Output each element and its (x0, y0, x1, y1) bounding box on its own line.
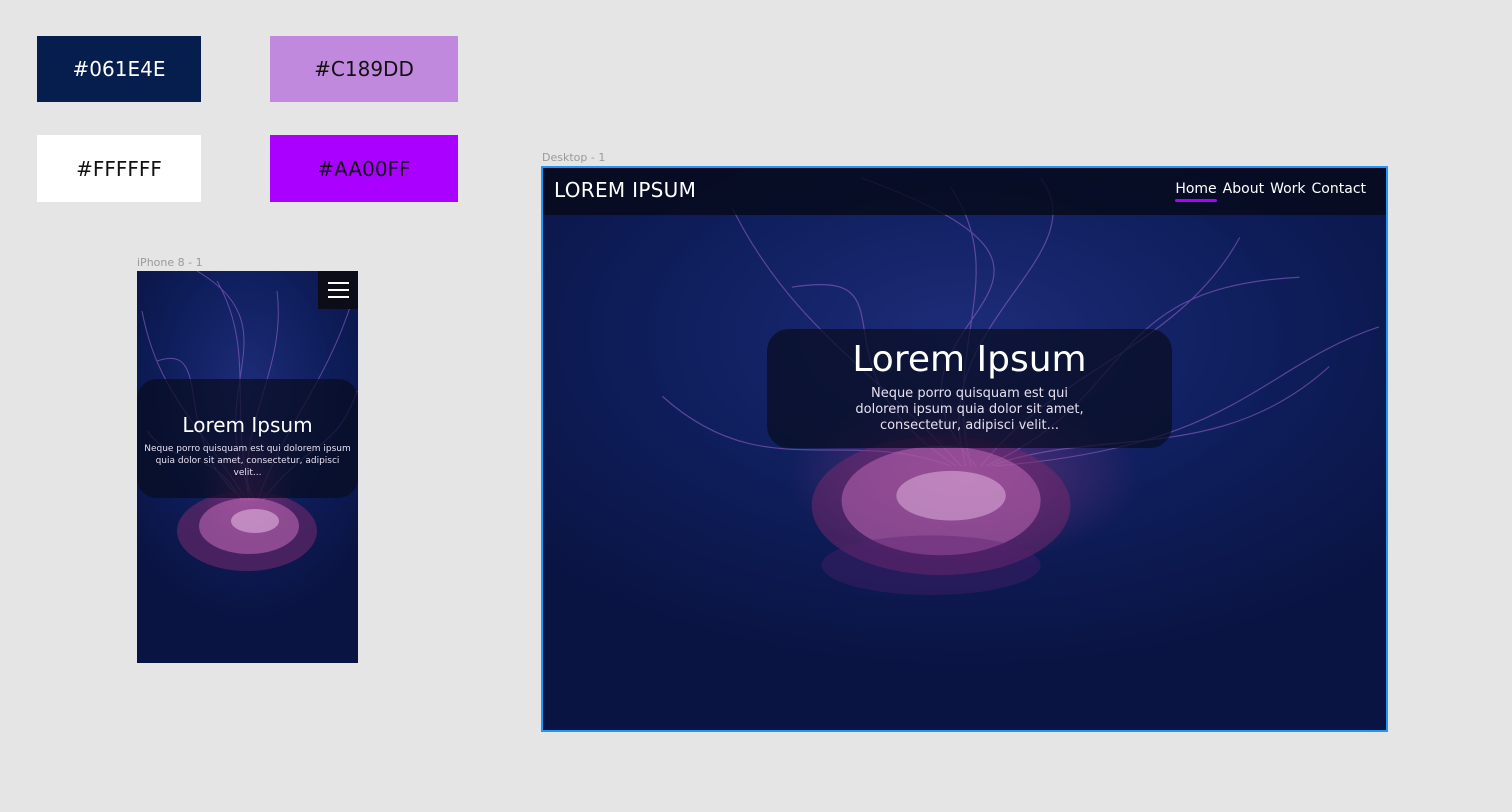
desktop-hero-title: Lorem Ipsum (852, 339, 1087, 380)
site-navbar: LOREM IPSUM Home About Work Contact (543, 168, 1386, 215)
nav-link-about[interactable]: About (1223, 181, 1264, 197)
swatch-navy-label: #061E4E (72, 57, 166, 81)
nav-links: Home About Work Contact (1175, 181, 1366, 202)
desktop-artboard-label[interactable]: Desktop - 1 (542, 151, 605, 164)
swatch-lilac: #C189DD (270, 36, 458, 102)
swatch-white: #FFFFFF (37, 135, 201, 202)
mobile-artboard-label[interactable]: iPhone 8 - 1 (137, 256, 203, 269)
desktop-hero-text: Neque porro quisquam est qui dolorem ips… (855, 386, 1084, 433)
hamburger-line (327, 282, 349, 284)
site-logo[interactable]: LOREM IPSUM (554, 178, 696, 202)
swatch-violet-label: #AA00FF (317, 156, 411, 181)
swatch-navy: #061E4E (37, 36, 201, 102)
nav-link-contact[interactable]: Contact (1312, 181, 1366, 197)
mobile-hero-card: Lorem Ipsum Neque porro quisquam est qui… (137, 379, 358, 498)
swatch-white-label: #FFFFFF (76, 156, 162, 181)
swatch-lilac-label: #C189DD (314, 57, 414, 81)
mobile-artboard[interactable]: Lorem Ipsum Neque porro quisquam est qui… (137, 271, 358, 663)
jellyfish-image (662, 177, 1380, 595)
hamburger-line (327, 289, 349, 291)
mobile-hero-text: Neque porro quisquam est qui dolorem ips… (144, 444, 351, 478)
desktop-hero-card: Lorem Ipsum Neque porro quisquam est qui… (767, 329, 1172, 448)
hamburger-menu-icon[interactable] (318, 271, 358, 309)
nav-link-home[interactable]: Home (1175, 181, 1218, 202)
mobile-hero-title: Lorem Ipsum (182, 413, 313, 437)
nav-link-work[interactable]: Work (1270, 181, 1305, 197)
swatch-violet: #AA00FF (270, 135, 458, 202)
desktop-artboard[interactable]: LOREM IPSUM Home About Work Contact Lore… (541, 166, 1388, 732)
hamburger-line (327, 296, 349, 298)
